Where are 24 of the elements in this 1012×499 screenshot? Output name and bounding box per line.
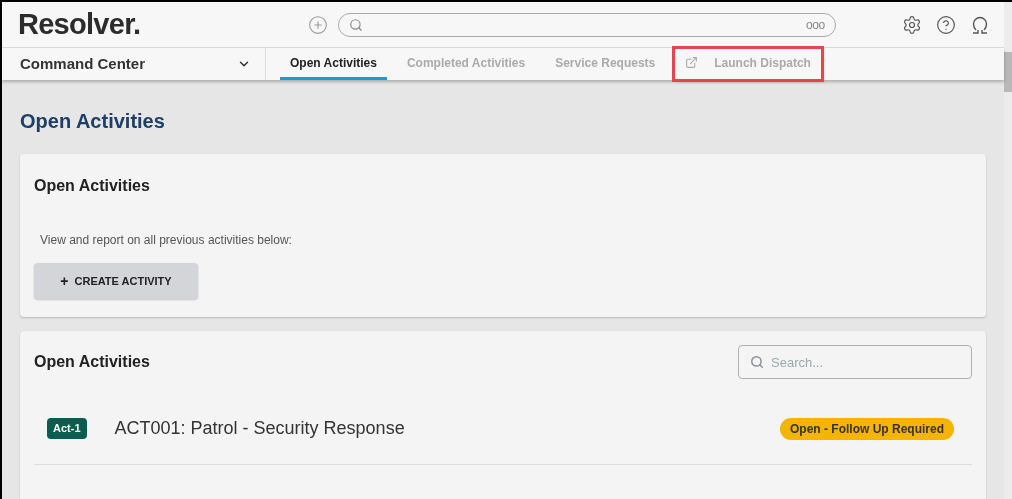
settings-icon[interactable] xyxy=(902,14,922,35)
search-icon xyxy=(750,355,764,369)
launch-link[interactable]: Launch Dispatch xyxy=(675,49,821,79)
activity-title: ACT001: Patrol - Security Response xyxy=(114,417,406,440)
nav-tab[interactable]: Completed Activities xyxy=(396,48,536,80)
user-icon[interactable] xyxy=(970,14,990,35)
page-title: Open Activities xyxy=(20,109,166,134)
card-title: Open Activities xyxy=(34,352,150,372)
nav-tab[interactable]: Service Requests xyxy=(545,48,666,80)
app-logo: Resolver. xyxy=(18,6,142,42)
external-link-icon xyxy=(685,56,699,69)
search-field[interactable]: Search... xyxy=(738,345,972,379)
activity-tag: Act-1 xyxy=(47,418,87,439)
scrollbar[interactable] xyxy=(1004,2,1012,499)
nav-tab[interactable]: Open Activities xyxy=(280,48,387,80)
create-activity-button[interactable]: + CREATE ACTIVITY xyxy=(34,263,198,299)
activity-row[interactable]: Act-1 ACT001: Patrol - Security Response Open - Follow Up Required xyxy=(34,393,972,465)
status-tag: Open - Follow Up Required xyxy=(780,417,954,440)
card-title: Open Activities xyxy=(34,176,151,196)
search-icon xyxy=(349,17,363,32)
help-icon[interactable] xyxy=(936,14,956,35)
more-button[interactable]: ooo xyxy=(805,15,825,34)
card-description: View and report on all previous activities below: xyxy=(40,232,293,249)
workspace-dropdown[interactable]: Command Center xyxy=(2,48,266,80)
